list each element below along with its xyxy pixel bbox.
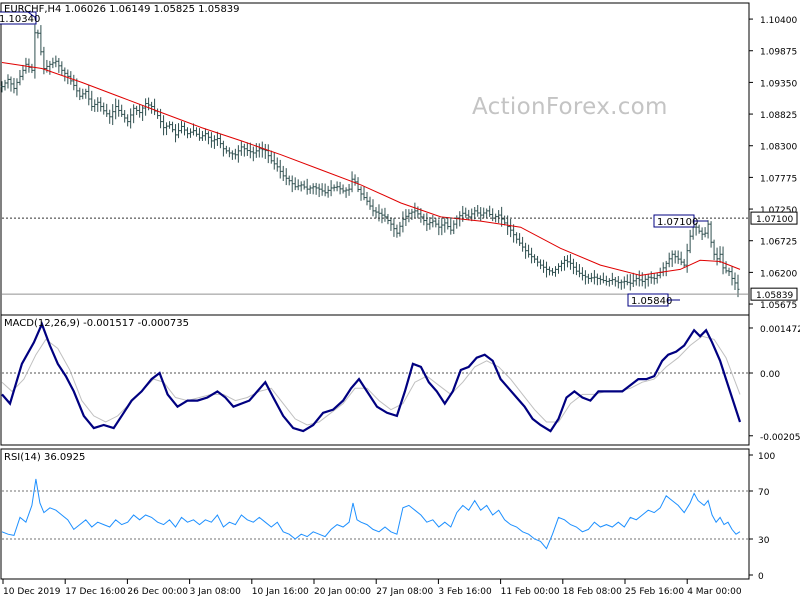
level-value: 1.07100	[657, 217, 698, 228]
time-tick-label: 25 Feb 16:00	[625, 587, 684, 597]
chart-canvas: 1.10340 1.07100 1.05840 1.10400 1.09875 1.09…	[0, 2, 800, 597]
axis-badge-value: 1.07100	[756, 215, 793, 225]
rsi-line	[1, 478, 741, 550]
axis-badge-value: 1.05839	[756, 291, 793, 301]
time-tick-label: 11 Feb 00:00	[501, 587, 560, 597]
macd-layer	[1, 321, 748, 433]
level-value: 1.05840	[631, 296, 672, 307]
macd-line	[1, 321, 742, 433]
macd-signal-line	[1, 335, 741, 426]
rsi-pane-frame	[0, 448, 750, 580]
time-tick-label: 27 Jan 08:00	[376, 587, 433, 597]
price-tick-label: 1.09875	[760, 48, 797, 58]
price-tick-label: 1.10400	[760, 16, 797, 26]
time-tick-label: 26 Dec 00:00	[127, 587, 188, 597]
time-tick-label: 4 Mar 00:00	[687, 587, 742, 597]
price-layer: 1.10340 1.07100 1.05840	[0, 11, 748, 307]
current-price-axis-badge: 1.05839	[750, 287, 798, 301]
low-label-1.05840: 1.05840	[627, 293, 680, 307]
rsi-tick-label: 30	[758, 536, 770, 546]
price-pane-title: EURCHF,H4 1.06026 1.06149 1.05825 1.0583…	[4, 4, 240, 15]
resistance-axis-badge: 1.07100	[750, 211, 798, 225]
price-tick-label: 1.08300	[760, 143, 797, 153]
macd-tick-label: 0.00	[760, 370, 780, 380]
time-tick-label: 3 Feb 16:00	[438, 587, 492, 597]
time-tick-label: 20 Jan 00:00	[314, 587, 371, 597]
time-tick-label: 18 Feb 08:00	[563, 587, 622, 597]
axis-layer: 1.10400 1.09875 1.09350 1.08825 1.08300 1.077…	[2, 16, 800, 597]
time-tick-label: 10 Dec 2019	[3, 587, 61, 597]
rsi-pane-title: RSI(14) 36.0925	[4, 452, 86, 463]
level-value: 1.10340	[0, 14, 40, 25]
rsi-tick-label: 100	[758, 452, 775, 462]
price-tick-label: 1.06200	[760, 269, 797, 279]
macd-tick-label: 0.001472	[760, 325, 800, 335]
rsi-tick-label: 0	[758, 572, 764, 582]
rsi-tick-label: 70	[758, 488, 770, 498]
price-pane-frame	[0, 2, 750, 316]
macd-pane-title: MACD(12,26,9) -0.001517 -0.000735	[4, 318, 189, 329]
resistance-label-1.07100: 1.07100	[653, 214, 708, 228]
price-tick-label: 1.09350	[760, 79, 797, 89]
watermark-text: ActionForex.com	[472, 94, 668, 120]
time-tick-label: 3 Jan 08:00	[190, 587, 242, 597]
time-tick-label: 10 Jan 16:00	[252, 587, 309, 597]
time-tick-label: 17 Dec 16:00	[65, 587, 126, 597]
rsi-layer	[1, 478, 748, 550]
price-tick-label: 1.07775	[760, 174, 797, 184]
price-tick-label: 1.05675	[760, 301, 797, 311]
price-tick-label: 1.06725	[760, 238, 797, 248]
macd-tick-label: -0.002051	[760, 433, 800, 443]
price-tick-label: 1.08825	[760, 111, 797, 121]
